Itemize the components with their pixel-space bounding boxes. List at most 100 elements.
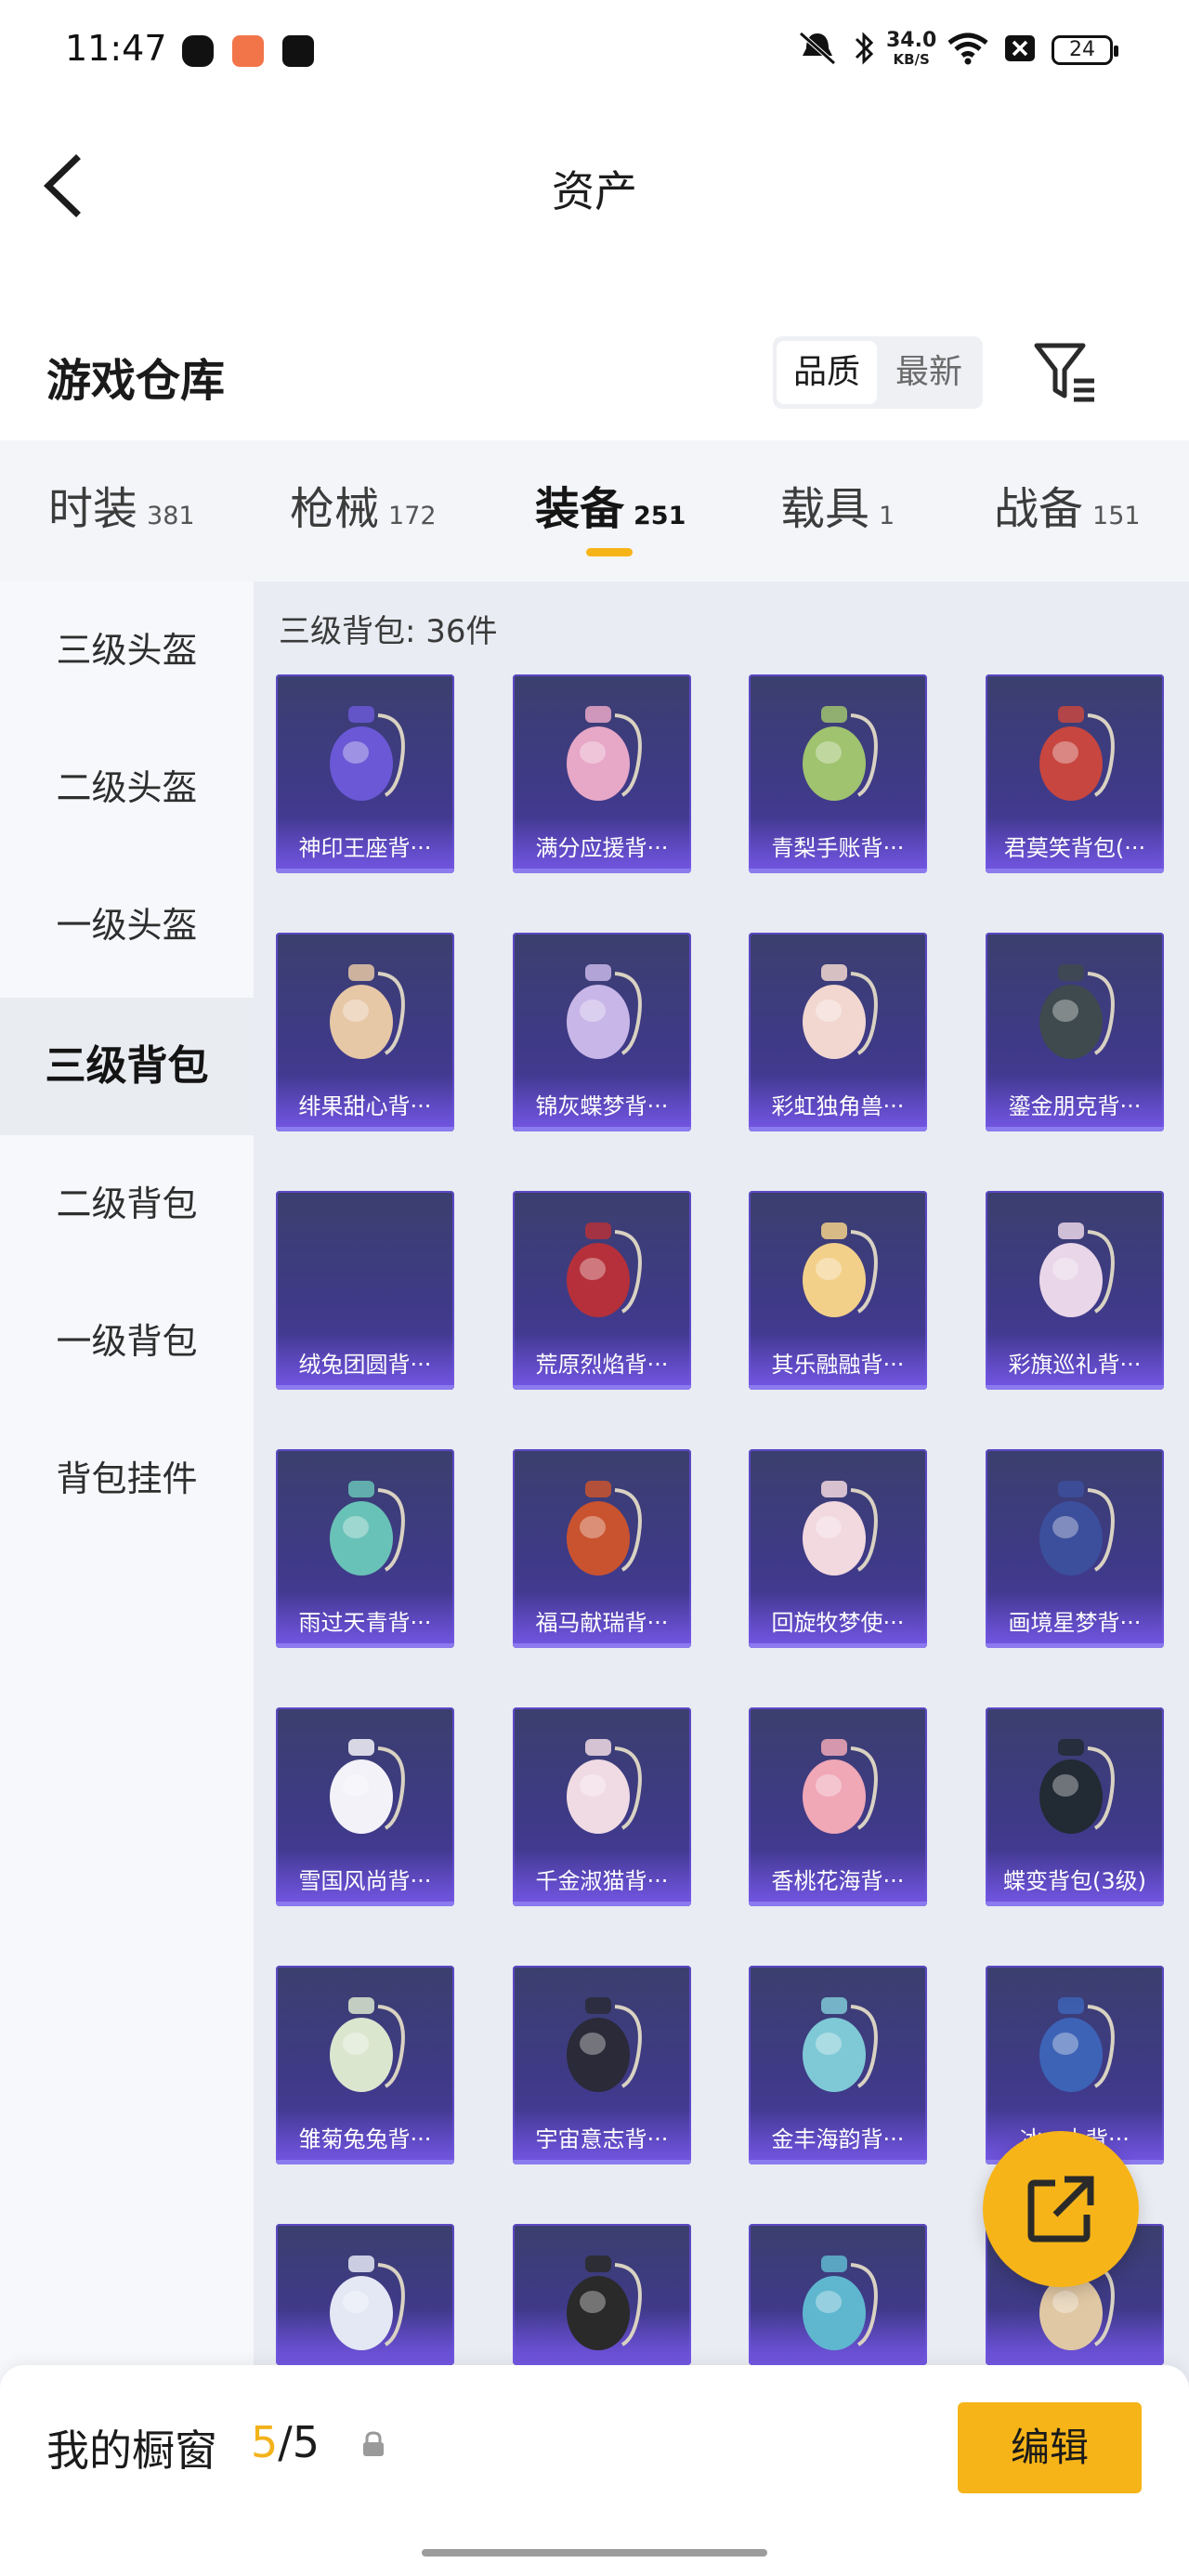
filter-list-icon[interactable] [1031, 338, 1100, 407]
item-card[interactable]: 其乐融融背··· [749, 1191, 927, 1390]
item-card[interactable]: 鎏金朋克背··· [986, 933, 1164, 1131]
item-name: 金丰海韵背··· [771, 2126, 905, 2152]
item-card[interactable]: 画境星梦背··· [986, 1449, 1164, 1648]
item-card[interactable] [276, 2224, 454, 2365]
item-card[interactable]: 香桃花海背··· [749, 1707, 927, 1906]
bluetooth-icon [855, 32, 874, 65]
sidebar-item-helmet-lv1[interactable]: 一级头盔 [0, 856, 254, 994]
mute-bell-icon [799, 32, 836, 65]
tab-equipment[interactable]: 装备 251 [535, 472, 686, 537]
backpack-icon [330, 2256, 405, 2350]
card-bottom-line [276, 2160, 454, 2164]
item-card[interactable] [513, 2224, 691, 2365]
item-card[interactable]: 神印王座背··· [276, 674, 454, 873]
card-bottom-line [276, 1127, 454, 1131]
showcase-count-sep: / [278, 2417, 293, 2467]
backpack-icon [567, 1481, 642, 1576]
backpack-icon [567, 1223, 642, 1317]
item-name: 画境星梦背··· [1008, 1610, 1142, 1636]
item-card[interactable]: 绯果甜心背··· [276, 933, 454, 1131]
item-card[interactable]: 彩旗巡礼背··· [986, 1191, 1164, 1390]
backpack-icon [567, 964, 642, 1059]
backpack-icon [803, 1481, 878, 1576]
item-card[interactable]: 福马献瑞背··· [513, 1449, 691, 1648]
showcase-label: 我的橱窗 [46, 2426, 217, 2476]
edit-showcase-button[interactable]: 编辑 [958, 2402, 1142, 2493]
lock-icon [363, 2431, 384, 2456]
sort-quality-button[interactable]: 品质 [777, 341, 877, 404]
category-tabs: 时装 381 枪械 172 装备 251 载具 1 战备 151 [0, 440, 1189, 582]
item-name: 千金淑猫背··· [535, 1868, 669, 1894]
item-card[interactable]: 绒兔团圆背··· [276, 1191, 454, 1390]
item-name: 绒兔团圆背··· [298, 1352, 432, 1378]
tab-vehicles[interactable]: 载具 1 [780, 472, 895, 537]
item-card[interactable]: 雨过天青背··· [276, 1449, 454, 1648]
tab-label: 载具 [780, 483, 870, 535]
share-fab-button[interactable] [983, 2131, 1139, 2287]
item-name: 绯果甜心背··· [298, 1093, 432, 1119]
item-card[interactable]: 宇宙意志背··· [513, 1966, 691, 2164]
backpack-icon [330, 706, 405, 801]
sidebar-item-backpack-lv1[interactable]: 一级背包 [0, 1273, 254, 1410]
item-card[interactable]: 回旋牧梦使··· [749, 1449, 927, 1648]
sort-newest-button[interactable]: 最新 [879, 341, 979, 404]
card-bottom-line [276, 869, 454, 873]
network-speed: 34.0 KB/S [886, 31, 936, 69]
tab-fashion[interactable]: 时装 381 [48, 472, 195, 537]
category-count-label: 三级背包: 36件 [279, 613, 498, 650]
sidebar-item-helmet-lv3[interactable]: 三级头盔 [0, 582, 254, 719]
card-bottom-line [749, 1385, 927, 1390]
item-card[interactable]: 雏菊兔兔背··· [276, 1966, 454, 2164]
card-bottom-line [986, 1902, 1164, 1906]
item-card[interactable]: 千金淑猫背··· [513, 1707, 691, 1906]
shield-app-icon [182, 35, 214, 67]
sidebar-item-backpack-lv3[interactable]: 三级背包 [0, 998, 254, 1135]
page-title: 资产 [552, 166, 637, 216]
item-card[interactable]: 雪国风尚背··· [276, 1707, 454, 1906]
item-name: 鎏金朋克背··· [1008, 1093, 1142, 1119]
status-bar: 11:47 34.0 KB/S 24 [0, 0, 1189, 102]
item-card[interactable]: 君莫笑背包(··· [986, 674, 1164, 873]
card-bottom-line [513, 1902, 691, 1906]
item-name: 锦灰蝶梦背··· [535, 1093, 669, 1119]
tab-label: 枪械 [290, 483, 380, 535]
backpack-icon [1039, 964, 1115, 1059]
card-bottom-line [749, 1127, 927, 1131]
home-indicator [422, 2549, 767, 2556]
tab-firearms[interactable]: 枪械 172 [290, 472, 437, 537]
item-name: 荒原烈焰背··· [535, 1352, 669, 1378]
backpack-icon [330, 1997, 405, 2092]
tab-count: 251 [634, 502, 686, 530]
showcase-count-total: 5 [292, 2417, 320, 2467]
item-card[interactable]: 锦灰蝶梦背··· [513, 933, 691, 1131]
card-bottom-line [986, 1643, 1164, 1648]
item-card[interactable] [749, 2224, 927, 2365]
item-name: 香桃花海背··· [771, 1868, 905, 1894]
item-card[interactable]: 蝶变背包(3级) [986, 1707, 1164, 1906]
card-bottom-line [749, 2160, 927, 2164]
status-time: 11:47 [65, 28, 167, 69]
item-name: 雏菊兔兔背··· [298, 2126, 432, 2152]
orange-app-icon [232, 35, 264, 67]
section-title: 游戏仓库 [46, 355, 226, 407]
item-name: 宇宙意志背··· [535, 2126, 669, 2152]
item-card[interactable]: 满分应援背··· [513, 674, 691, 873]
bottom-bar: 我的橱窗 5/5 编辑 [0, 2365, 1189, 2576]
nav-bar: 资产 [0, 130, 1189, 242]
sort-toggle: 品质 最新 [773, 336, 983, 409]
item-card[interactable]: 青梨手账背··· [749, 674, 927, 873]
item-card[interactable]: 荒原烈焰背··· [513, 1191, 691, 1390]
sidebar-item-backpack-lv2[interactable]: 二级背包 [0, 1135, 254, 1273]
item-card[interactable]: 彩虹独角兽··· [749, 933, 927, 1131]
tab-count: 151 [1092, 502, 1141, 530]
item-name: 青梨手账背··· [771, 835, 905, 861]
backpack-icon [803, 2256, 878, 2350]
item-name: 彩虹独角兽··· [771, 1093, 905, 1119]
backpack-icon [803, 706, 878, 801]
tab-battle-gear[interactable]: 战备 151 [994, 472, 1141, 537]
sidebar-item-backpack-charm[interactable]: 背包挂件 [0, 1410, 254, 1548]
item-name: 回旋牧梦使··· [771, 1610, 905, 1636]
backpack-icon [803, 964, 878, 1059]
item-card[interactable]: 金丰海韵背··· [749, 1966, 927, 2164]
sidebar-item-helmet-lv2[interactable]: 二级头盔 [0, 719, 254, 856]
